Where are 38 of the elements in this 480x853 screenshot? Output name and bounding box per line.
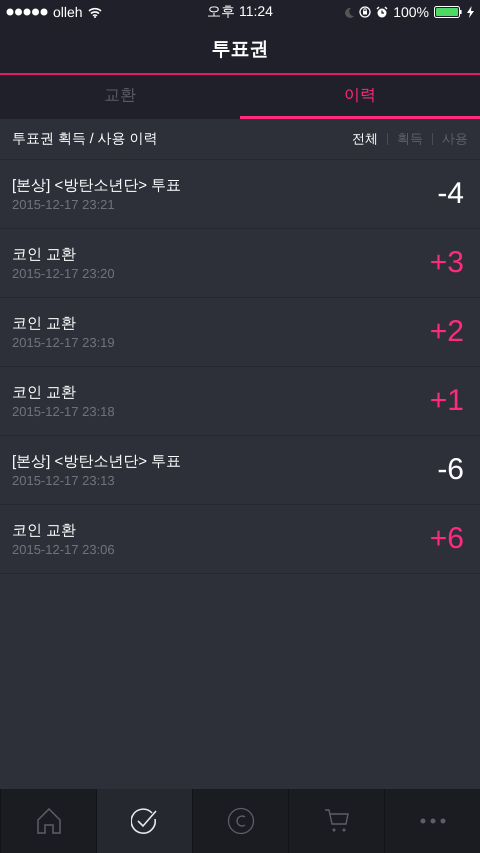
nav-tab[interactable] bbox=[96, 789, 192, 853]
moon-icon bbox=[344, 6, 354, 18]
entry-date: 2015-12-17 23:21 bbox=[12, 197, 116, 212]
wifi-icon bbox=[88, 6, 102, 18]
vote-amount: -4 bbox=[437, 177, 464, 211]
section-title: 투표권 획득 / 사용 이력 bbox=[12, 130, 158, 148]
rotation-lock-icon bbox=[359, 6, 372, 18]
signal-icon bbox=[6, 8, 48, 16]
vote-amount: +6 bbox=[430, 522, 464, 556]
vote-amount: -6 bbox=[437, 453, 464, 487]
battery-percent: 100% bbox=[393, 4, 430, 20]
entry-title: 코인 교환 bbox=[12, 521, 78, 540]
entry-date: 2015-12-17 23:19 bbox=[12, 335, 116, 350]
check-circle-icon[interactable] bbox=[130, 808, 158, 834]
vote-amount: +2 bbox=[430, 315, 464, 349]
alarm-icon bbox=[376, 6, 388, 18]
battery-icon bbox=[434, 6, 462, 18]
copyright-icon[interactable] bbox=[226, 807, 254, 835]
screen-title: 투표권 bbox=[212, 38, 268, 62]
vote-amount: +1 bbox=[430, 384, 464, 418]
entry-title: 코인 교환 bbox=[12, 383, 78, 402]
carrier-name: olleh bbox=[53, 4, 83, 20]
charging-icon bbox=[467, 6, 474, 18]
vote-amount: +3 bbox=[430, 246, 464, 280]
entry-date: 2015-12-17 23:20 bbox=[12, 266, 116, 281]
entry-title: 코인 교환 bbox=[12, 314, 78, 333]
entry-date: 2015-12-17 23:06 bbox=[12, 542, 116, 557]
entry-date: 2015-12-17 23:18 bbox=[12, 404, 116, 419]
cart-icon[interactable] bbox=[324, 809, 350, 833]
more-icon[interactable] bbox=[420, 818, 446, 824]
filter-tab[interactable]: 전체 bbox=[352, 130, 378, 148]
entry-title: [본상] <방탄소년단> 투표 bbox=[12, 452, 182, 471]
entry-date: 2015-12-17 23:13 bbox=[12, 473, 116, 488]
entry-title: 코인 교환 bbox=[12, 245, 78, 264]
entry-title: [본상] <방탄소년단> 투표 bbox=[12, 176, 182, 195]
clock-time: 오후 11:24 bbox=[207, 3, 273, 21]
home-icon[interactable] bbox=[36, 808, 60, 834]
tab[interactable]: 교환 bbox=[0, 75, 240, 119]
